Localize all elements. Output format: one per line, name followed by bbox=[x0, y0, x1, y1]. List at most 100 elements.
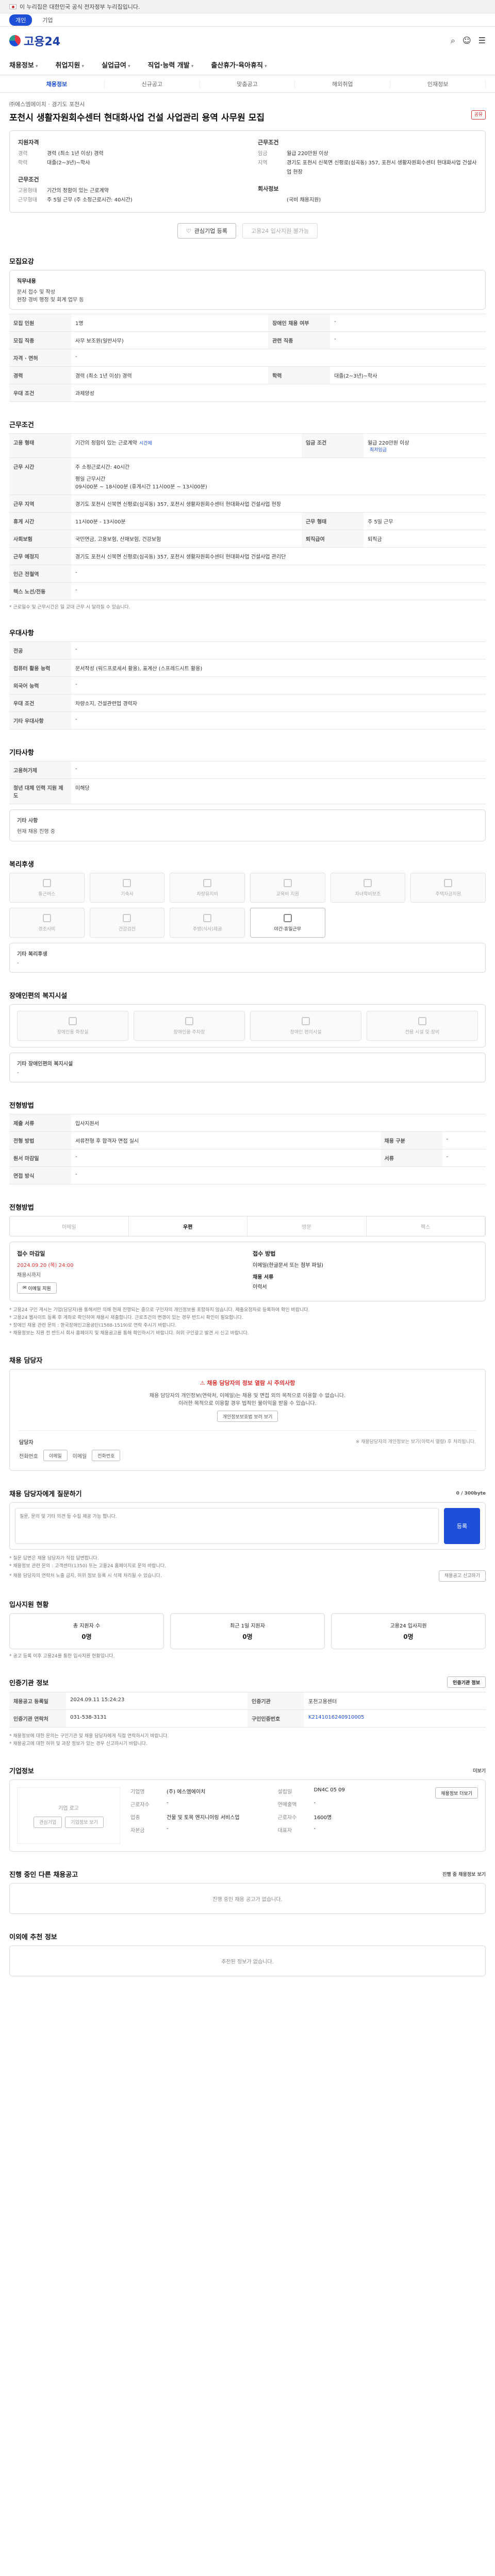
dorm-icon bbox=[123, 878, 131, 887]
gnb-leave[interactable]: 출산휴가·육아휴직 bbox=[211, 60, 267, 70]
subtab-talent[interactable]: 인재정보 bbox=[390, 79, 486, 88]
table-header: 청년 대체 인력 지원 제도 bbox=[9, 778, 71, 804]
privacy-law-button[interactable]: 개인정보보호법 보러 보기 bbox=[217, 1411, 278, 1422]
gnb-jobs[interactable]: 채용정보 bbox=[9, 60, 38, 70]
selection-table: 제출 서류 입사지원서 전형 방법 서류전형 후 합격자 면접 실시 채용 구분 - 원… bbox=[9, 1114, 486, 1184]
other-jobs-empty: 진행 중인 채용 공고가 없습니다. bbox=[9, 1883, 486, 1914]
etc-table: 고용허가제 - 청년 대체 인력 지원 제도 미해당 bbox=[9, 761, 486, 804]
user-icon[interactable]: ☺ bbox=[463, 36, 471, 46]
table-cell: 입사지원서 bbox=[71, 1114, 486, 1132]
table-row: 경력 경력 (최소 1년 이상) 경력 학력 대졸(2~3년)~학사 bbox=[9, 366, 486, 384]
other-jobs-link[interactable]: 진행 중 채용정보 보기 bbox=[442, 1871, 486, 1877]
email-apply-label: 이메일 지원 bbox=[28, 1286, 51, 1292]
gnb-training[interactable]: 직업·능력 개발 bbox=[148, 60, 194, 70]
welfare-grid: 통근버스 기숙사 차량유지비 교육비 지원 자녀학비보조 주택자금지원 경조사비… bbox=[9, 873, 486, 938]
office-cell: 인증기관 포천고용센터 bbox=[248, 1692, 486, 1710]
tab-personal[interactable]: 개인 bbox=[9, 14, 32, 26]
subtab-custom[interactable]: 맞춤공고 bbox=[200, 79, 295, 88]
email-apply-button[interactable]: ✉ 이메일 지원 bbox=[17, 1282, 57, 1294]
facility-item: 장애인용 화장실 bbox=[17, 1011, 128, 1041]
table-cell: 031-538-3131 bbox=[70, 1715, 107, 1720]
qa-submit-button[interactable]: 등록 bbox=[444, 1508, 480, 1544]
manager-desc: 채용 담당자의 개인정보(연락처, 이메일)는 채용 및 면접 외의 목적으로 … bbox=[149, 1393, 346, 1399]
table-cell: - bbox=[71, 349, 486, 367]
company-key: 대표자 bbox=[277, 1828, 292, 1834]
show-email-button[interactable]: 이메일 bbox=[43, 1450, 68, 1461]
table-cell: 경기도 포천시 신북면 신평로(심곡동) 357, 포천시 생활자원회수센터 현… bbox=[71, 547, 486, 565]
gnb-support[interactable]: 취업지원 bbox=[56, 60, 85, 70]
method-body: 접수 마감일 2024.09.20 (목) 24:00 채용시까지 ✉ 이메일 … bbox=[9, 1242, 486, 1301]
job-company[interactable]: ㈜에스엠에이치 · 경기도 포천시 bbox=[9, 100, 486, 108]
summary-key: 경력 bbox=[18, 151, 28, 157]
table-header: 채용공고 등록일 bbox=[9, 1692, 66, 1709]
section-title-qa: 채용 담당자에게 질문하기 bbox=[9, 1490, 82, 1498]
table-cell: - bbox=[71, 1149, 381, 1167]
table-header: 근무 형태 bbox=[301, 512, 364, 530]
table-row: 기타 우대사항 - bbox=[9, 711, 486, 730]
company-interest-button[interactable]: 관심기업 bbox=[34, 1816, 62, 1828]
facility-box: 장애인용 화장실 장애인용 주차장 장애인 편의시설 전용 시설 및 장비 bbox=[9, 1004, 486, 1047]
table-row: 근무 지역 경기도 포천시 신북면 신평로(심곡동) 357, 포천시 생활자원회… bbox=[9, 495, 486, 513]
welfare-label: 주방(식사)제공 bbox=[192, 926, 222, 932]
mail-icon: ✉ bbox=[23, 1285, 28, 1291]
tab-fax[interactable]: 팩스 bbox=[367, 1216, 485, 1236]
table-cell: 사무 보조원(일반사무) bbox=[71, 331, 269, 349]
recruit-box: 직무내용 문서 접수 및 작성 현장 경비 행정 및 회계 업무 등 bbox=[9, 270, 486, 310]
company-more-link[interactable]: 더보기 bbox=[473, 1767, 486, 1774]
office-info-button[interactable]: 인증기관 정보 bbox=[447, 1676, 486, 1688]
wage-tag[interactable]: 최저임금 bbox=[370, 448, 387, 453]
notice-item: * 채용정보에 대한 문의는 구인기관 및 채용 담당자에게 직접 연락하시기 … bbox=[9, 1734, 169, 1739]
employment-type: 기간의 정함이 있는 근로계약 bbox=[75, 440, 137, 446]
employment-tag[interactable]: 시간제 bbox=[139, 441, 152, 446]
company-jobs-button[interactable]: 채용정보 더보기 bbox=[435, 1787, 478, 1799]
table-cell: - bbox=[330, 314, 486, 332]
manager-warning: ⚠ 채용 담당자의 정보 열람 시 주의사항 bbox=[19, 1379, 476, 1387]
subtab-new[interactable]: 신규공고 bbox=[105, 79, 200, 88]
summary-value: 경력 (최소 1년 이상) 경력 bbox=[47, 151, 104, 157]
table-cell: - bbox=[71, 582, 486, 600]
notice-item: * 채용정보 관련 문의 : 고객센터(1350) 또는 고용24 홈페이지로 … bbox=[9, 1564, 166, 1569]
gnb-benefit[interactable]: 실업급여 bbox=[102, 60, 130, 70]
welfare-item: 자녀학비보조 bbox=[330, 873, 406, 903]
apply-button[interactable]: 고용24 입사지원 불가능 bbox=[242, 223, 318, 239]
tab-company[interactable]: 기업 bbox=[36, 14, 59, 26]
table-row: 전공 - bbox=[9, 641, 486, 659]
welfare-etc: 기타 복리후생 - bbox=[9, 943, 486, 973]
table-cell: 1명 bbox=[71, 314, 269, 332]
logo[interactable]: 고용24 bbox=[9, 32, 60, 49]
company-value: - bbox=[314, 1826, 316, 1832]
qa-input[interactable] bbox=[15, 1508, 439, 1544]
subtab-overseas[interactable]: 해외취업 bbox=[295, 79, 391, 88]
share-button[interactable]: 공유 bbox=[471, 110, 486, 120]
menu-icon[interactable]: ☰ bbox=[478, 36, 486, 46]
header: 고용24 ⌕ ☺ ☰ bbox=[0, 27, 495, 55]
subtab-jobs[interactable]: 채용정보 bbox=[9, 79, 105, 88]
table-header: 외국어 능력 bbox=[9, 676, 71, 694]
toilet-icon bbox=[69, 1016, 77, 1025]
company-key: 연매출액 bbox=[277, 1802, 297, 1808]
table-header: 전공 bbox=[9, 641, 71, 659]
welfare-label: 경조사비 bbox=[38, 926, 56, 932]
search-icon[interactable]: ⌕ bbox=[451, 36, 455, 46]
education-icon bbox=[283, 878, 292, 887]
company-box: 기업 로고 관심기업 기업정보 보기 기업명 (주) 에스엠에이치 설립일 DN4C… bbox=[9, 1780, 486, 1852]
table-header: 우대 조건 bbox=[9, 694, 71, 712]
tab-email[interactable]: 이메일 bbox=[10, 1216, 129, 1236]
table-row: 원서 마감일 - 서류 - bbox=[9, 1149, 486, 1167]
manager-tel-heading: 전화번호 bbox=[19, 1453, 38, 1460]
show-tel-button[interactable]: 전화번호 bbox=[92, 1450, 121, 1461]
table-cell: - bbox=[71, 1166, 486, 1184]
facility-item: 장애인 편의시설 bbox=[250, 1011, 361, 1041]
interest-button[interactable]: ♡ 관심기업 등록 bbox=[177, 223, 236, 239]
report-button[interactable]: 채용공고 신고하기 bbox=[438, 1570, 486, 1582]
tab-visit[interactable]: 방문 bbox=[248, 1216, 367, 1236]
table-header: 고용 형태 bbox=[9, 433, 71, 458]
summary-heading: 근무조건 bbox=[258, 139, 279, 146]
office-notes: * 채용정보에 대한 문의는 구인기관 및 채용 담당자에게 직접 연락하시기 … bbox=[9, 1733, 486, 1748]
company-info-button[interactable]: 기업정보 보기 bbox=[65, 1816, 104, 1828]
section-title-method: 전형방법 bbox=[9, 1204, 34, 1212]
table-row: 제출 서류 입사지원서 bbox=[9, 1114, 486, 1132]
summary-key bbox=[258, 196, 287, 205]
tab-post[interactable]: 우편 bbox=[128, 1216, 248, 1236]
table-row: 휴게 시간 11시00분 - 13시00분 근무 형태 주 5일 근무 bbox=[9, 512, 486, 530]
